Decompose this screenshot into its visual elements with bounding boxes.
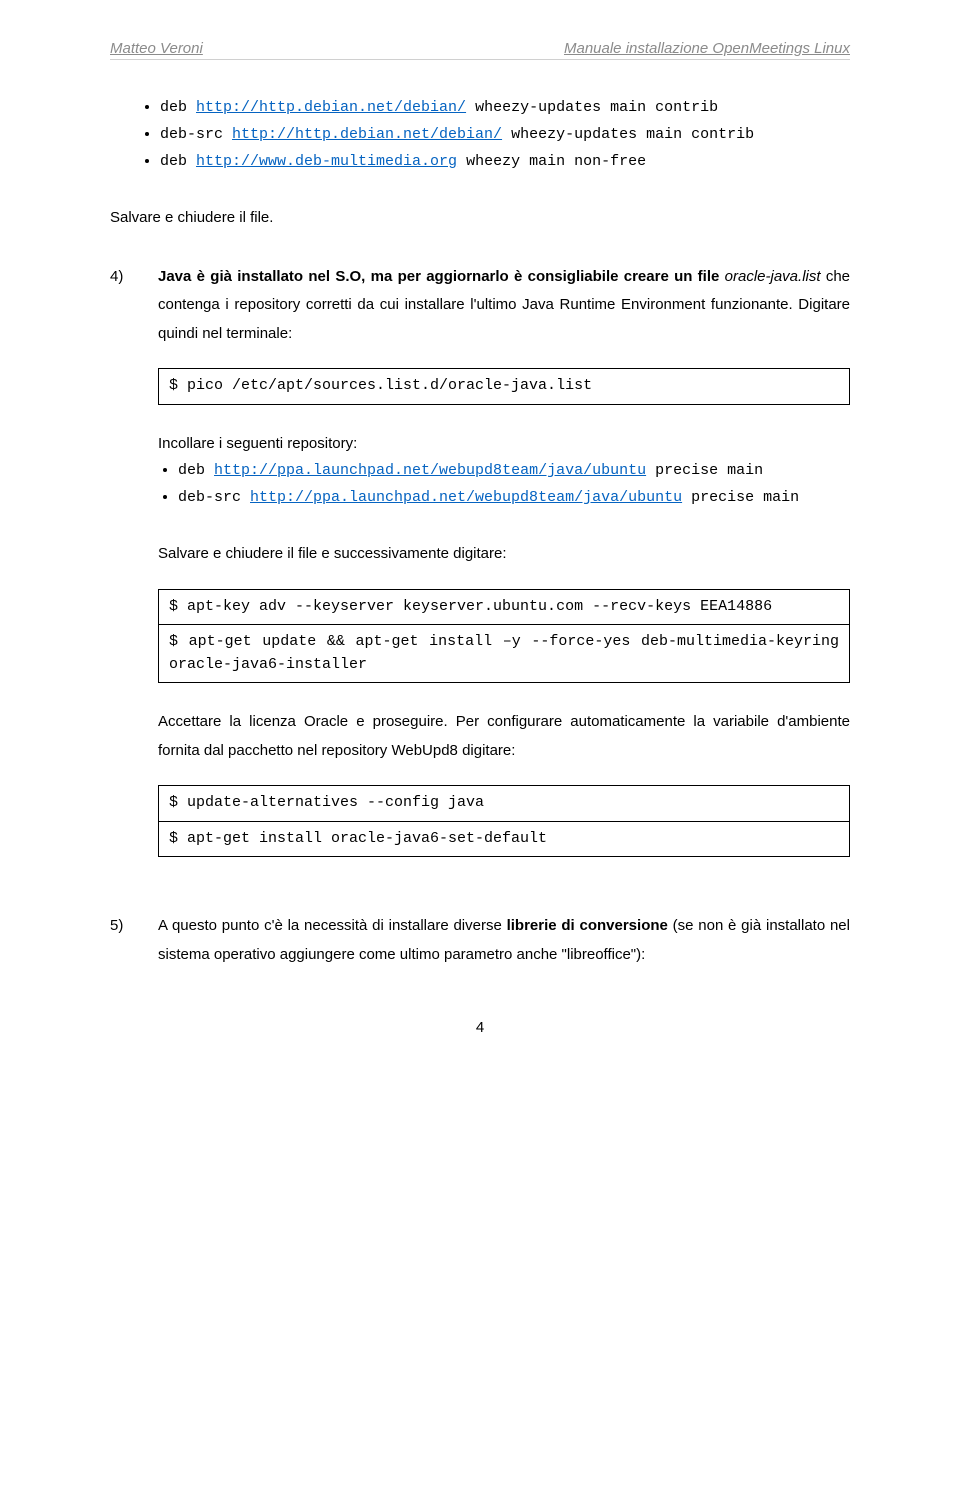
list-item: deb http://ppa.launchpad.net/webupd8team…	[178, 458, 850, 483]
step-number: 4)	[110, 263, 130, 883]
repo-link[interactable]: http://ppa.launchpad.net/webupd8team/jav…	[214, 462, 646, 479]
step5-bold: librerie di conversione	[507, 917, 668, 934]
repo-suffix: precise main	[646, 462, 763, 479]
paste-repo-text: Incollare i seguenti repository:	[158, 430, 850, 459]
repo-link[interactable]: http://www.deb-multimedia.org	[196, 153, 457, 170]
repo-prefix: deb	[160, 153, 196, 170]
step-number: 5)	[110, 912, 130, 969]
command-cell: $ apt-get install oracle-java6-set-defau…	[159, 821, 850, 857]
list-item: deb http://www.deb-multimedia.org wheezy…	[160, 149, 850, 174]
command-cell: $ update-alternatives --config java	[159, 786, 850, 822]
step-4: 4) Java è già installato nel S.O, ma per…	[110, 263, 850, 883]
step4-file: oracle-java.list	[725, 268, 821, 285]
step5-text: A questo punto c'è la necessità di insta…	[158, 912, 850, 969]
repo-suffix: wheezy-updates main contrib	[502, 126, 754, 143]
list-item: deb-src http://ppa.launchpad.net/webupd8…	[178, 485, 850, 510]
step5-text-a: A questo punto c'è la necessità di insta…	[158, 917, 507, 934]
repo-link[interactable]: http://http.debian.net/debian/	[232, 126, 502, 143]
header-right: Manuale installazione OpenMeetings Linux	[564, 40, 850, 57]
save-close-text: Salvare e chiudere il file.	[110, 204, 850, 233]
command-cell: $ apt-get update && apt-get install –y -…	[159, 625, 850, 683]
list-item: deb http://http.debian.net/debian/ wheez…	[160, 95, 850, 120]
step4-intro: Java è già installato nel S.O, ma per ag…	[158, 263, 850, 349]
repo-suffix: wheezy-updates main contrib	[466, 99, 718, 116]
list-item: deb-src http://http.debian.net/debian/ w…	[160, 122, 850, 147]
command-box: $ update-alternatives --config java $ ap…	[158, 785, 850, 857]
step4-text-a: Java è già installato nel S.O, ma per ag…	[158, 268, 725, 285]
repo-bullets-java: deb http://ppa.launchpad.net/webupd8team…	[178, 458, 850, 510]
repo-link[interactable]: http://ppa.launchpad.net/webupd8team/jav…	[250, 489, 682, 506]
repo-link[interactable]: http://http.debian.net/debian/	[196, 99, 466, 116]
repo-suffix: wheezy main non-free	[457, 153, 646, 170]
repo-prefix: deb-src	[160, 126, 232, 143]
header-left: Matteo Veroni	[110, 40, 203, 57]
command-cell: $ pico /etc/apt/sources.list.d/oracle-ja…	[159, 369, 850, 405]
save-close2-text: Salvare e chiudere il file e successivam…	[158, 540, 850, 569]
repo-prefix: deb	[178, 462, 214, 479]
repo-prefix: deb-src	[178, 489, 250, 506]
command-cell: $ apt-key adv --keyserver keyserver.ubun…	[159, 589, 850, 625]
command-box: $ apt-key adv --keyserver keyserver.ubun…	[158, 589, 850, 684]
page-number: 4	[110, 1019, 850, 1036]
repo-suffix: precise main	[682, 489, 799, 506]
repo-bullets-top: deb http://http.debian.net/debian/ wheez…	[160, 95, 850, 174]
repo-prefix: deb	[160, 99, 196, 116]
step-5: 5) A questo punto c'è la necessità di in…	[110, 912, 850, 969]
page-header: Matteo Veroni Manuale installazione Open…	[110, 40, 850, 60]
command-box: $ pico /etc/apt/sources.list.d/oracle-ja…	[158, 368, 850, 405]
accept-text: Accettare la licenza Oracle e proseguire…	[158, 708, 850, 765]
